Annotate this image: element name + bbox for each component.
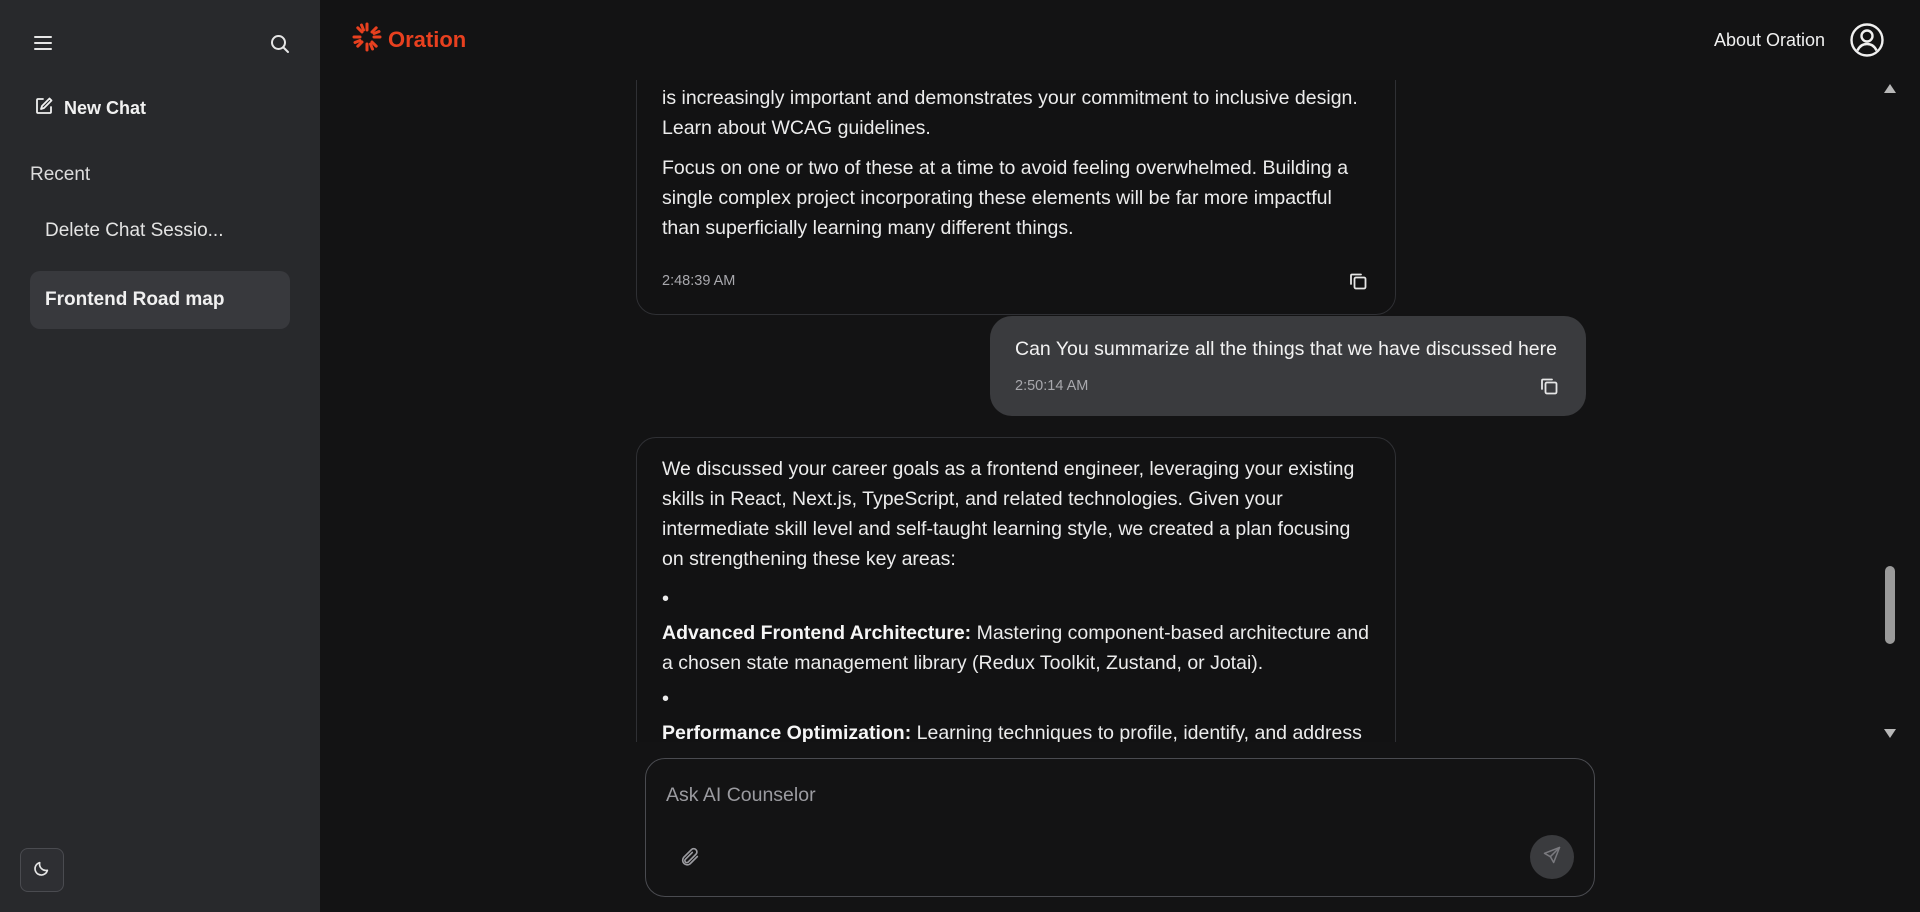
about-link[interactable]: About Oration	[1714, 30, 1825, 51]
message-timestamp: 2:50:14 AM	[1015, 378, 1089, 394]
chat-composer	[645, 758, 1595, 897]
user-message-text: Can You summarize all the things that we…	[1015, 338, 1557, 360]
scroll-down-arrow-icon[interactable]	[1884, 729, 1896, 738]
moon-icon	[33, 859, 51, 882]
sun-burst-logo-icon	[352, 22, 382, 57]
paperclip-icon[interactable]	[676, 843, 704, 871]
bullet-marker: •	[662, 588, 670, 610]
message-paragraph: We discussed your career goals as a fron…	[662, 458, 1355, 570]
hamburger-menu-icon[interactable]	[28, 30, 58, 56]
ai-message: is increasingly important and demonstrat…	[636, 80, 1396, 315]
bullet-title: Performance Optimization:	[662, 722, 912, 742]
message-list[interactable]: is increasingly important and demonstrat…	[320, 80, 1880, 742]
search-icon[interactable]	[264, 30, 296, 58]
send-icon	[1542, 845, 1562, 870]
edit-icon	[34, 96, 54, 121]
sidebar-chat-item[interactable]: Delete Chat Sessio...	[30, 202, 290, 260]
message-timestamp: 2:48:39 AM	[662, 273, 736, 289]
chat-input[interactable]	[666, 779, 1546, 811]
bullet-title: Advanced Frontend Architecture:	[662, 622, 972, 644]
send-button[interactable]	[1530, 835, 1574, 879]
recent-heading: Recent	[30, 164, 91, 185]
message-paragraph: Focus on one or two of these at a time t…	[662, 157, 1349, 239]
user-circle-icon[interactable]	[1849, 22, 1885, 58]
ai-message: We discussed your career goals as a fron…	[636, 437, 1396, 742]
sidebar-chat-item-active[interactable]: Frontend Road map	[30, 271, 290, 329]
scrollbar[interactable]	[1882, 80, 1898, 742]
copy-icon[interactable]	[1537, 374, 1561, 398]
new-chat-button[interactable]: New Chat	[34, 94, 146, 122]
bullet-item: Advanced Frontend Architecture: Masterin…	[662, 618, 1370, 678]
copy-icon[interactable]	[1346, 269, 1370, 293]
bullet-marker: •	[662, 688, 670, 710]
new-chat-label: New Chat	[64, 97, 147, 118]
user-message: Can You summarize all the things that we…	[990, 316, 1586, 416]
sidebar: New Chat Recent Delete Chat Sessio... Fr…	[0, 0, 320, 912]
scroll-up-arrow-icon[interactable]	[1884, 84, 1896, 93]
scrollbar-thumb[interactable]	[1885, 566, 1895, 644]
sidebar-item-label: Frontend Road map	[45, 289, 225, 310]
app-logo[interactable]: Oration	[352, 22, 466, 57]
sidebar-item-label: Delete Chat Sessio...	[45, 220, 224, 241]
logo-text: Oration	[388, 26, 467, 52]
bullet-item: Performance Optimization: Learning techn…	[662, 718, 1370, 742]
message-paragraph: is increasingly important and demonstrat…	[662, 87, 1358, 139]
bullet-text: Learning techniques to profile, identify…	[911, 722, 1362, 742]
theme-toggle-button[interactable]	[20, 848, 64, 892]
